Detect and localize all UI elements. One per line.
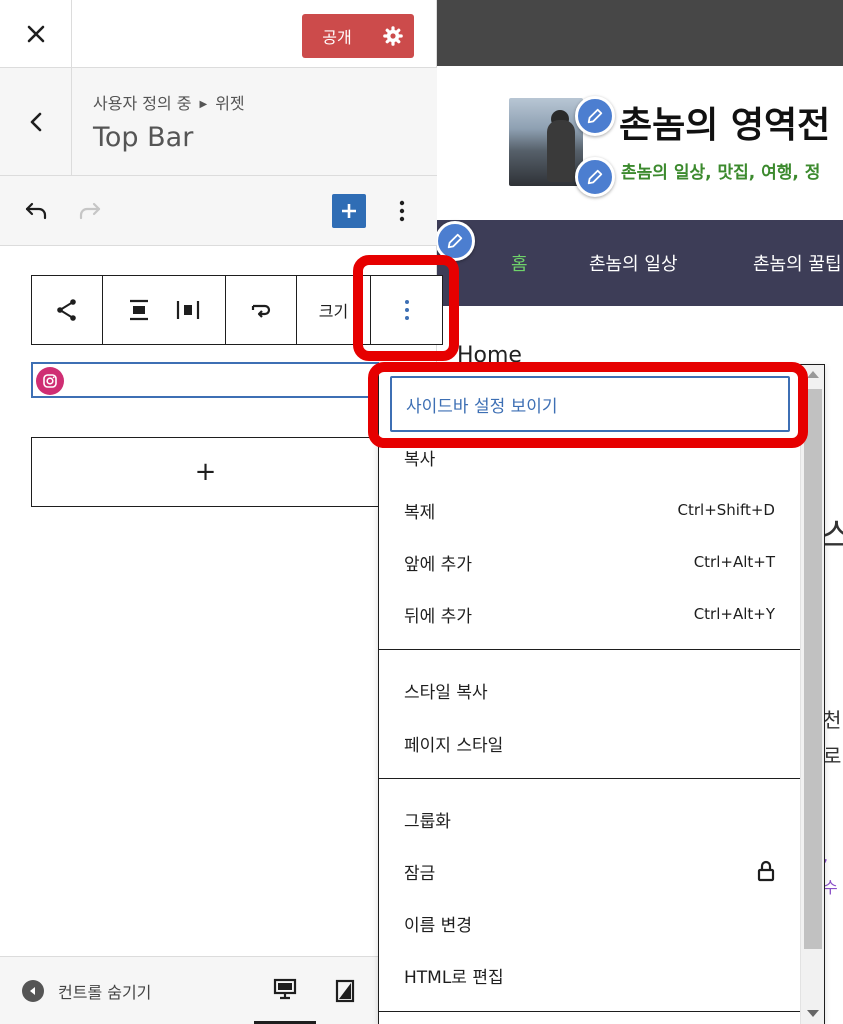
justify-space-between-icon[interactable]	[176, 299, 200, 321]
preview-text-fragment: 수	[823, 878, 838, 897]
menu-item-shortcut: Ctrl+Shift+D	[677, 501, 775, 519]
tablet-icon	[335, 979, 355, 1003]
menu-item-label: 복제	[404, 502, 436, 523]
menu-item-group[interactable]: 그룹화	[379, 799, 799, 839]
chevron-left-icon	[30, 112, 41, 132]
menu-item-label: 이름 변경	[404, 915, 472, 936]
block-options-menu: 사이드바 설정 보이기 복사 복제 Ctrl+Shift+D 앞에 추가 Ctr…	[378, 364, 825, 1024]
menu-item-label: 뒤에 추가	[404, 606, 472, 627]
hide-controls-button[interactable]: 컨트롤 숨기기	[22, 979, 151, 1003]
publish-settings-gear-icon[interactable]	[372, 14, 414, 58]
site-title: 촌놈의 영역전	[619, 105, 831, 146]
plus-icon	[342, 204, 356, 218]
nav-item-home[interactable]: 홈	[511, 250, 528, 276]
preview-text-fragment: 로	[823, 744, 842, 768]
transform-button[interactable]	[226, 276, 297, 344]
options-button[interactable]	[388, 194, 416, 228]
social-icons-block[interactable]	[31, 362, 379, 398]
size-button[interactable]: 크기	[297, 276, 371, 344]
menu-divider	[379, 649, 800, 650]
more-vertical-icon	[399, 200, 405, 222]
redo-button[interactable]	[72, 196, 106, 226]
scroll-up-arrow-icon[interactable]	[807, 371, 819, 378]
breadcrumb: 사용자 정의 중 ▶ 위젯	[93, 90, 245, 114]
menu-item-label: 잠금	[404, 863, 436, 884]
back-button[interactable]	[0, 68, 72, 176]
menu-item-edit-as-html[interactable]: HTML로 편집	[379, 955, 799, 995]
menu-item-lock[interactable]: 잠금	[379, 851, 799, 891]
menu-item-label: 그룹화	[404, 811, 451, 832]
menu-item-copy[interactable]: 복사	[379, 437, 799, 477]
add-block-button[interactable]	[332, 194, 366, 228]
customizer-sidebar: 공개 사용자 정의 중 ▶ 위젯 Top Bar 크기 + 컨트롤 숨기기	[0, 0, 443, 1024]
block-toolbar: 크기	[31, 275, 443, 345]
desktop-icon	[273, 978, 297, 1000]
site-navbar: 홈 촌놈의 일상 촌놈의 꿀팁	[437, 220, 843, 306]
publish-button[interactable]: 공개	[302, 14, 414, 58]
preview-tablet-button[interactable]	[322, 957, 368, 1024]
menu-item-label: 앞에 추가	[404, 554, 472, 575]
menu-item-paste-styles[interactable]: 페이지 스타일	[379, 723, 799, 763]
site-tagline: 촌놈의 일상, 맛집, 여행, 정	[621, 163, 821, 183]
menu-item-rename[interactable]: 이름 변경	[379, 903, 799, 943]
menu-item-shortcut: Ctrl+Alt+T	[693, 553, 775, 571]
menu-item-insert-after[interactable]: 뒤에 추가 Ctrl+Alt+Y	[379, 594, 799, 634]
add-widget-button[interactable]: +	[31, 437, 379, 507]
scroll-down-arrow-icon[interactable]	[807, 1010, 819, 1017]
nav-item-tips[interactable]: 촌놈의 꿀팁	[753, 250, 842, 276]
menu-item-label: HTML로 편집	[404, 967, 504, 988]
menu-item-copy-styles[interactable]: 스타일 복사	[379, 670, 799, 710]
menu-item-shortcut: Ctrl+Alt+Y	[693, 605, 775, 623]
redo-icon	[79, 202, 101, 220]
menu-item-label: 스타일 복사	[404, 682, 488, 703]
menu-item-label: 페이지 스타일	[404, 735, 504, 756]
widget-editor-toolbar	[0, 176, 437, 246]
site-header: 촌놈의 영역전 촌놈의 일상, 맛집, 여행, 정	[437, 66, 843, 220]
edit-title-pencil-icon[interactable]	[575, 96, 615, 136]
transform-icon	[251, 304, 271, 318]
hide-controls-label: 컨트롤 숨기기	[58, 983, 152, 1002]
menu-item-show-sidebar-settings[interactable]: 사이드바 설정 보이기	[390, 376, 790, 432]
publish-label: 공개	[322, 28, 352, 47]
share-icon	[57, 299, 76, 321]
close-customizer-button[interactable]	[0, 0, 72, 68]
menu-item-duplicate[interactable]: 복제 Ctrl+Shift+D	[379, 490, 799, 530]
collapse-arrow-icon	[22, 980, 44, 1002]
sidebar-footer: 컨트롤 숨기기	[0, 956, 437, 1024]
menu-item-label: 복사	[404, 449, 436, 470]
menu-divider	[379, 778, 800, 779]
menu-scrollbar[interactable]	[800, 365, 824, 1024]
menu-item-label: 사이드바 설정 보이기	[406, 396, 558, 417]
sidebar-header: 공개	[0, 0, 437, 68]
menu-item-insert-before[interactable]: 앞에 추가 Ctrl+Alt+T	[379, 542, 799, 582]
edit-tagline-pencil-icon[interactable]	[575, 157, 615, 197]
lock-icon	[757, 860, 775, 882]
more-vertical-icon	[404, 300, 409, 320]
preview-top-strip	[437, 0, 843, 66]
preview-text-fragment: 천	[823, 708, 842, 732]
nav-item-daily[interactable]: 촌놈의 일상	[589, 250, 678, 276]
instagram-icon[interactable]	[36, 367, 64, 395]
breadcrumb-root: 사용자 정의 중	[93, 94, 192, 113]
undo-icon	[25, 202, 47, 220]
menu-divider	[379, 1011, 800, 1012]
close-icon	[27, 25, 44, 43]
breadcrumb-arrow-icon: ▶	[199, 99, 208, 110]
block-more-options-button[interactable]	[371, 276, 442, 344]
scrollbar-thumb[interactable]	[804, 389, 822, 949]
block-type-button[interactable]	[32, 276, 103, 344]
justify-center-icon[interactable]	[128, 299, 150, 321]
alignment-controls	[103, 276, 226, 344]
preview-desktop-button[interactable]	[254, 957, 316, 1024]
site-logo-photo	[509, 98, 583, 186]
undo-button[interactable]	[20, 196, 54, 226]
panel-title-area: 사용자 정의 중 ▶ 위젯 Top Bar	[0, 68, 437, 176]
page-title: Top Bar	[93, 122, 194, 153]
breadcrumb-section: 위젯	[215, 94, 245, 113]
